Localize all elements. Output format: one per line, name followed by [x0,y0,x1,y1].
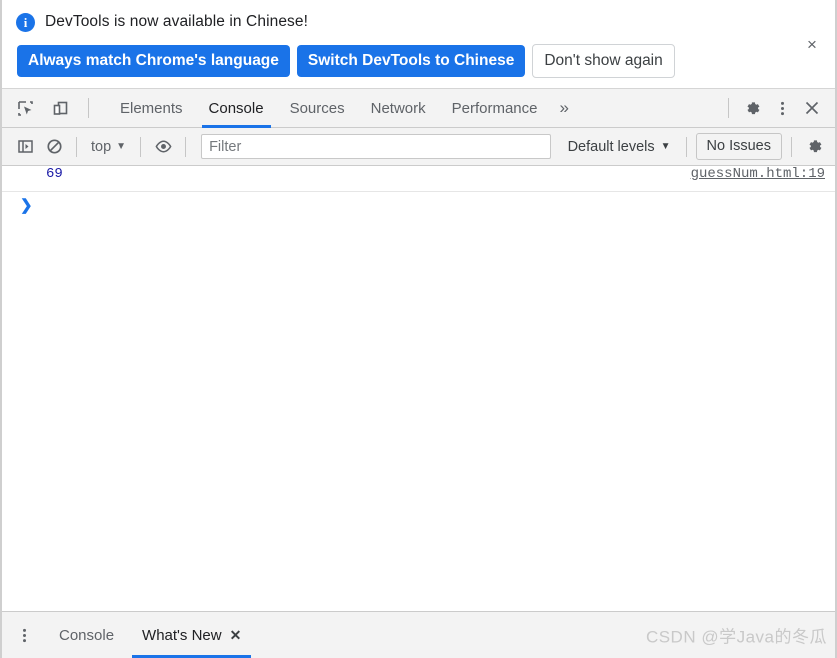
main-toolbar: Elements Console Sources Network Perform… [2,88,835,129]
console-toolbar-divider-2 [140,136,142,157]
prompt-chevron-icon: ❯ [20,197,33,215]
clear-console-icon[interactable] [41,134,67,160]
drawer-tab-console-label: Console [59,626,115,644]
filter-input[interactable] [201,134,551,160]
close-icon[interactable] [799,95,825,121]
switch-to-chinese-button[interactable]: Switch DevTools to Chinese [296,45,526,78]
console-toolbar-divider-1 [76,136,77,157]
execution-context-selector[interactable]: top ▼ [86,139,131,155]
toolbar-right-icons [722,89,835,127]
console-prompt-row[interactable]: ❯ [2,192,835,218]
execution-context-label: top [91,138,112,155]
banner-message: DevTools is now available in Chinese! [45,13,309,30]
console-toolbar-divider-3 [185,136,187,157]
drawer-tab-console[interactable]: Console [45,612,128,658]
more-tabs-icon[interactable]: » [551,89,578,127]
banner-close-icon[interactable]: × [801,34,823,56]
toolbar-divider-right [728,98,729,119]
drawer-tabs: Console What's New ✕ [45,612,255,658]
device-toolbar-icon[interactable] [47,95,73,121]
console-empty-space[interactable] [2,218,835,611]
tab-console[interactable]: Console [196,89,277,129]
devtools-window: i DevTools is now available in Chinese! … [0,0,837,658]
console-toolbar-divider-4 [685,136,687,157]
drawer-tab-whats-new-label: What's New [142,626,222,644]
console-sidebar-icon[interactable] [12,134,38,160]
console-toolbar-divider-5 [791,136,792,157]
tab-performance[interactable]: Performance [439,89,551,127]
drawer-more-vertical-icon[interactable] [2,612,45,658]
banner-actions: Always match Chrome's language Switch De… [16,44,823,79]
chevron-down-icon: ▼ [660,140,671,152]
always-match-language-button[interactable]: Always match Chrome's language [17,45,290,78]
console-source-link[interactable]: guessNum.html:19 [691,166,825,182]
log-level-label: Default levels [567,138,655,155]
toolbar-left-icons [2,89,101,127]
drawer-tab-whats-new[interactable]: What's New ✕ [128,612,255,658]
watermark: CSDN @学Java的冬瓜 [645,627,827,647]
chevron-down-icon: ▼ [116,140,127,152]
gear-icon[interactable] [801,134,827,160]
info-icon: i [16,12,35,32]
drawer: Console What's New ✕ CSDN @学Java的冬瓜 [2,611,835,658]
console-toolbar: top ▼ Default levels ▼ No Issues [2,128,835,167]
console-message-area: 69 guessNum.html:19 ❯ [2,166,835,611]
tab-network[interactable]: Network [358,89,439,127]
panel-tabs: Elements Console Sources Network Perform… [101,89,722,129]
tab-elements[interactable]: Elements [107,89,196,127]
console-message-row[interactable]: 69 guessNum.html:19 [2,166,835,193]
console-message-value: 69 [46,166,63,183]
more-vertical-icon[interactable] [769,95,795,121]
live-expression-icon[interactable] [150,134,176,160]
tab-sources[interactable]: Sources [277,89,358,127]
log-level-selector[interactable]: Default levels ▼ [562,139,677,155]
close-icon[interactable]: ✕ [230,628,242,642]
language-notification-banner: i DevTools is now available in Chinese! … [2,0,835,89]
dont-show-again-button[interactable]: Don't show again [532,44,675,79]
inspect-element-icon[interactable] [12,95,38,121]
toolbar-divider [88,98,89,119]
issues-button[interactable]: No Issues [695,133,782,161]
banner-message-row: i DevTools is now available in Chinese! [16,9,823,35]
gear-icon[interactable] [739,95,765,121]
